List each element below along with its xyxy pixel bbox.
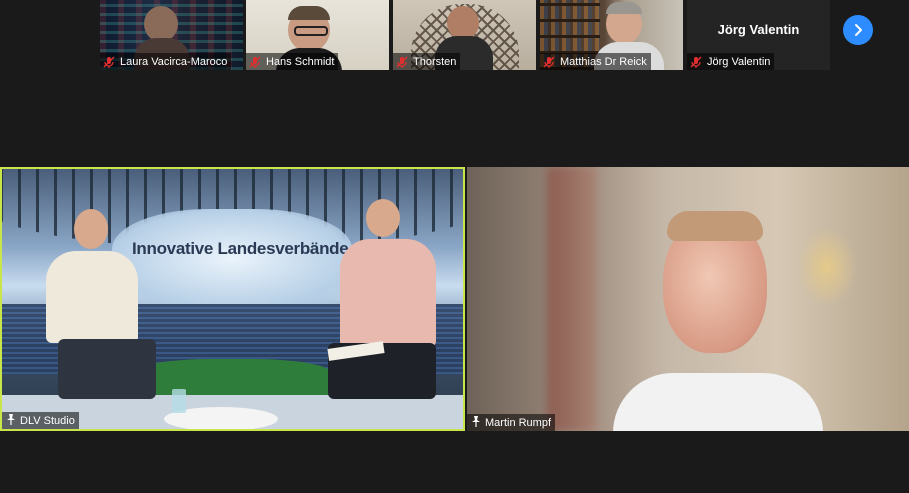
muted-mic-icon — [102, 55, 116, 69]
participant-label: Jörg Valentin — [687, 53, 775, 70]
participant-name: Laura Vacirca-Maroco — [120, 55, 228, 68]
video-tile-dlv-studio[interactable]: Innovative Landesverbände DLV Studio — [0, 167, 465, 431]
participant-label: Matthias Dr Reick — [540, 53, 651, 70]
participant-name-card: Jörg Valentin — [717, 22, 800, 37]
chevron-right-icon — [855, 24, 862, 36]
participant-label: DLV Studio — [2, 412, 79, 429]
banner-title: Innovative Landesverbände — [132, 239, 349, 258]
participant-label: Martin Rumpf — [467, 414, 556, 431]
participant-name: Jörg Valentin — [707, 55, 771, 68]
background-column — [547, 167, 597, 431]
video-thumbnail-hans[interactable]: Hans Schmidt — [246, 0, 389, 70]
participant-name: Martin Rumpf — [485, 416, 552, 429]
participant-silhouette — [144, 6, 178, 42]
participant-name: Hans Schmidt — [266, 55, 335, 68]
participant-hair — [606, 2, 642, 14]
muted-mic-icon — [395, 55, 409, 69]
video-thumbnail-thorsten[interactable]: Thorsten — [393, 0, 536, 70]
video-thumbnail-joerg[interactable]: Jörg Valentin Jörg Valentin — [687, 0, 830, 70]
muted-mic-icon — [689, 55, 703, 69]
muted-mic-icon — [542, 55, 556, 69]
guest-head — [74, 209, 108, 249]
glass — [172, 389, 186, 413]
participant-name: DLV Studio — [20, 414, 75, 427]
participant-label: Thorsten — [393, 53, 461, 70]
participant-label: Laura Vacirca-Maroco — [100, 53, 232, 70]
host-body — [340, 239, 436, 347]
pin-icon — [471, 415, 481, 430]
guest-body — [46, 251, 138, 343]
pitch — [132, 359, 332, 395]
participant-hair — [667, 211, 763, 241]
participant-label: Hans Schmidt — [246, 53, 339, 70]
video-thumbnail-laura[interactable]: Laura Vacirca-Maroco — [100, 0, 243, 70]
guest-legs — [58, 339, 156, 399]
participant-silhouette — [447, 6, 479, 40]
host-head — [366, 199, 400, 237]
next-page-button[interactable] — [843, 15, 873, 45]
participant-name: Matthias Dr Reick — [560, 55, 647, 68]
glasses — [294, 26, 328, 36]
participant-name: Thorsten — [413, 55, 457, 68]
participant-shirt — [613, 373, 823, 431]
background-lamp — [797, 227, 857, 307]
video-thumbnail-matthias[interactable]: Matthias Dr Reick — [540, 0, 683, 70]
stadium-sky — [112, 209, 352, 309]
video-tile-martin-rumpf[interactable]: Martin Rumpf — [467, 167, 909, 431]
participant-hair — [288, 6, 330, 20]
muted-mic-icon — [248, 55, 262, 69]
pin-icon — [6, 413, 16, 428]
